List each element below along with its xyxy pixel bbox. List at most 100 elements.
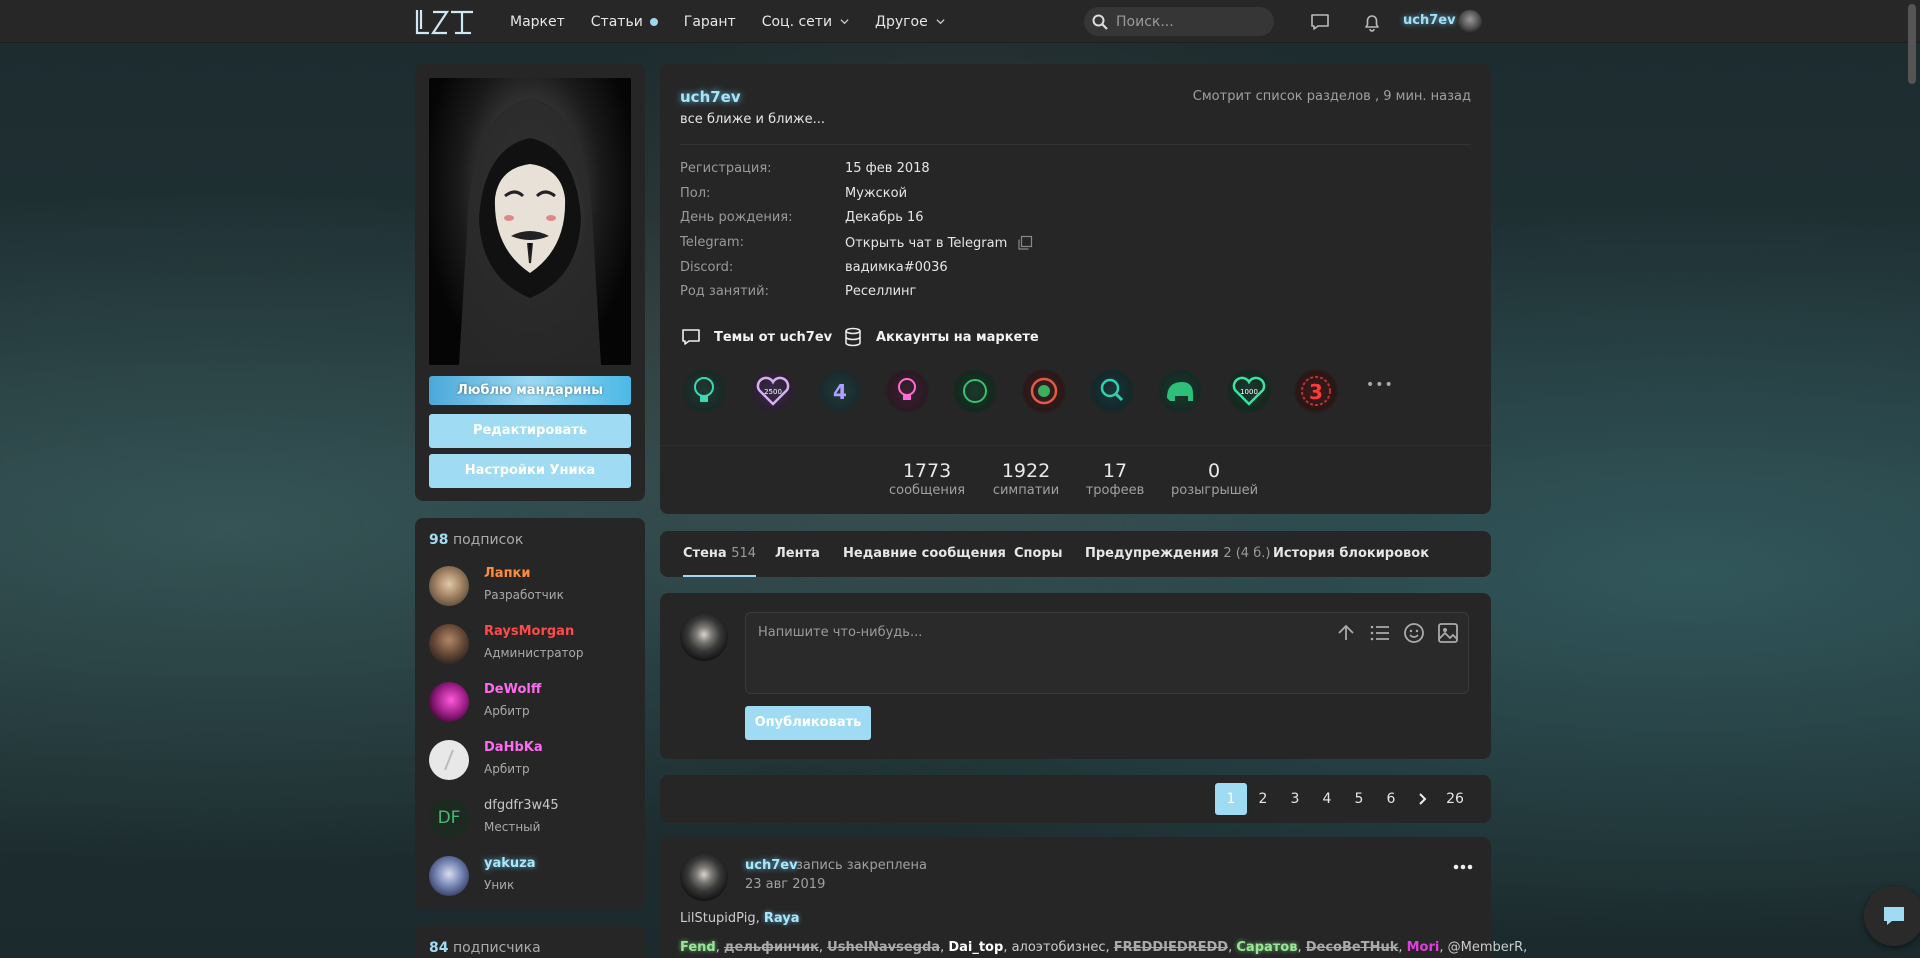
mandarin-button[interactable]: Люблю мандарины [429,376,631,405]
nav-guarantee[interactable]: Гарант [684,14,736,30]
current-user-avatar[interactable] [1458,10,1482,34]
trophy-red-icon[interactable] [1021,368,1067,414]
stat-likes[interactable]: 1922 симпатии [991,460,1061,498]
subscription-item[interactable]: RaysMorgan Администратор [429,622,629,666]
avatar [429,740,469,780]
stat-trophies[interactable]: 17 трофеев [1084,460,1146,498]
image-icon[interactable] [1436,621,1460,645]
mention-link[interactable]: Fend [680,940,716,955]
market-accounts-link[interactable]: Аккаунты на маркете [842,326,1039,348]
heart-icon: 2500 [756,376,790,406]
nav-articles[interactable]: Статьи [591,14,658,30]
mention-link[interactable]: DecoBeTHuk [1306,940,1399,955]
page-1-button[interactable]: 1 [1215,783,1247,815]
search-input[interactable] [1116,13,1266,30]
mention-link[interactable]: FREDDIEDREDD [1114,940,1228,955]
stat-messages[interactable]: 1773 сообщения [889,460,965,498]
info-label: Род занятий: [680,284,769,299]
telegram-link[interactable]: Открыть чат в Telegram [845,235,1033,251]
subscriptions-title[interactable]: 98 подписок [429,532,523,548]
trophy-elephant-icon[interactable] [1157,368,1203,414]
subscription-item[interactable]: DaHbKa Арбитр [429,738,629,782]
avatar[interactable] [680,613,728,661]
chat-icon[interactable] [1309,11,1331,33]
mention-link[interactable]: Mori [1407,940,1440,955]
trophy-heart-1000-icon[interactable]: 1000 [1226,368,1272,414]
nav-market[interactable]: Маркет [510,14,565,30]
avatar[interactable] [680,853,728,901]
list-icon[interactable] [1368,621,1392,645]
stat-giveaways[interactable]: 0 розыгрышей [1171,460,1258,498]
user-topics-link[interactable]: Темы от uch7ev [680,326,832,348]
nav-other[interactable]: Другое [875,14,945,30]
last-page-button[interactable]: 26 [1439,783,1471,815]
mention-link[interactable]: UshelNavsegda [827,940,940,955]
chat-fab-button[interactable] [1864,886,1920,946]
post-date[interactable]: 23 авг 2019 [745,877,825,892]
subscription-item[interactable]: yakuza Уник [429,854,629,898]
telegram-link-text[interactable]: Открыть чат в Telegram [845,236,1007,251]
mention-link[interactable]: LilStupidPig [680,911,756,926]
site-logo[interactable] [415,8,475,35]
nav-social[interactable]: Соц. сети [762,14,849,30]
subscription-item[interactable]: Лапки Разработчик [429,564,629,608]
trophy-heart-2500-icon[interactable]: 2500 [750,368,796,414]
page-5-button[interactable]: 5 [1343,783,1375,815]
mention-link[interactable]: дельфинчик [724,940,819,955]
subscription-item[interactable]: DeWolff Арбитр [429,680,629,724]
tab-wall[interactable]: Стена 514 [683,531,757,577]
trophy-idea-pink-icon[interactable] [884,368,930,414]
page-6-button[interactable]: 6 [1375,783,1407,815]
subscription-name[interactable]: DeWolff [484,682,541,697]
avatar-symbol-icon [444,749,454,771]
unique-settings-button[interactable]: Настройки Уника [429,454,631,488]
top-navbar: Маркет Статьи Гарант Соц. сети Другое uc… [0,0,1920,43]
arrow-up-icon[interactable] [1334,621,1358,645]
page-2-button[interactable]: 2 [1247,783,1279,815]
svg-text:2500: 2500 [764,388,782,396]
subscribers-title[interactable]: 84 подписчика [429,940,541,956]
tab-disputes[interactable]: Споры [1014,531,1063,577]
page-4-button[interactable]: 4 [1311,783,1343,815]
mention-link[interactable]: Raya [764,911,800,926]
smiley-icon[interactable] [1402,621,1426,645]
page-scrollbar[interactable] [1904,0,1920,958]
tab-warnings[interactable]: Предупреждения 2 (4 б.) [1085,531,1270,577]
profile-avatar[interactable] [429,78,631,365]
trophy-four-icon[interactable]: 4 [817,368,863,414]
subscription-name[interactable]: yakuza [484,856,536,871]
trophy-star-green-icon[interactable] [952,368,998,414]
bell-icon[interactable] [1361,11,1383,33]
trophy-detective-icon[interactable] [1089,368,1135,414]
edit-profile-button[interactable]: Редактировать [429,414,631,448]
subscription-name[interactable]: dfgdfr3w45 [484,798,559,813]
page-3-button[interactable]: 3 [1279,783,1311,815]
trophy-lightbulb-icon[interactable] [681,368,727,414]
mention-link[interactable]: Dai_top [948,940,1003,955]
separator: , [818,940,828,955]
search-box[interactable] [1084,7,1274,36]
tab-label: Лента [775,546,820,561]
badge-icon [963,379,987,403]
subscription-role: Разработчик [484,588,564,602]
post-author[interactable]: uch7ev [745,858,798,873]
next-page-button[interactable] [1407,783,1439,815]
profile-username[interactable]: uch7ev [680,88,741,106]
scrollbar-thumb[interactable] [1908,4,1916,84]
more-trophies-button[interactable]: ••• [1366,377,1394,393]
tab-feed[interactable]: Лента [775,531,820,577]
tab-recent-posts[interactable]: Недавние сообщения [843,531,1006,577]
trophy-three-icon[interactable]: 3 [1293,368,1339,414]
subscription-name[interactable]: DaHbKa [484,740,543,755]
copy-icon[interactable] [1017,235,1033,251]
publish-button[interactable]: Опубликовать [745,706,871,740]
subscription-item[interactable]: DF dfgdfr3w45 Местный [429,796,629,840]
subscription-name[interactable]: Лапки [484,566,530,581]
wall-post-input[interactable]: Напишите что-нибудь... [745,612,1469,694]
subscription-name[interactable]: RaysMorgan [484,624,574,639]
mention-link[interactable]: Саратов [1236,940,1297,955]
current-username[interactable]: uch7ev [1403,13,1456,28]
post-menu-button[interactable] [1453,859,1473,870]
tab-ban-history[interactable]: История блокировок [1273,531,1429,577]
profile-status: все ближе и ближе... [680,112,826,127]
